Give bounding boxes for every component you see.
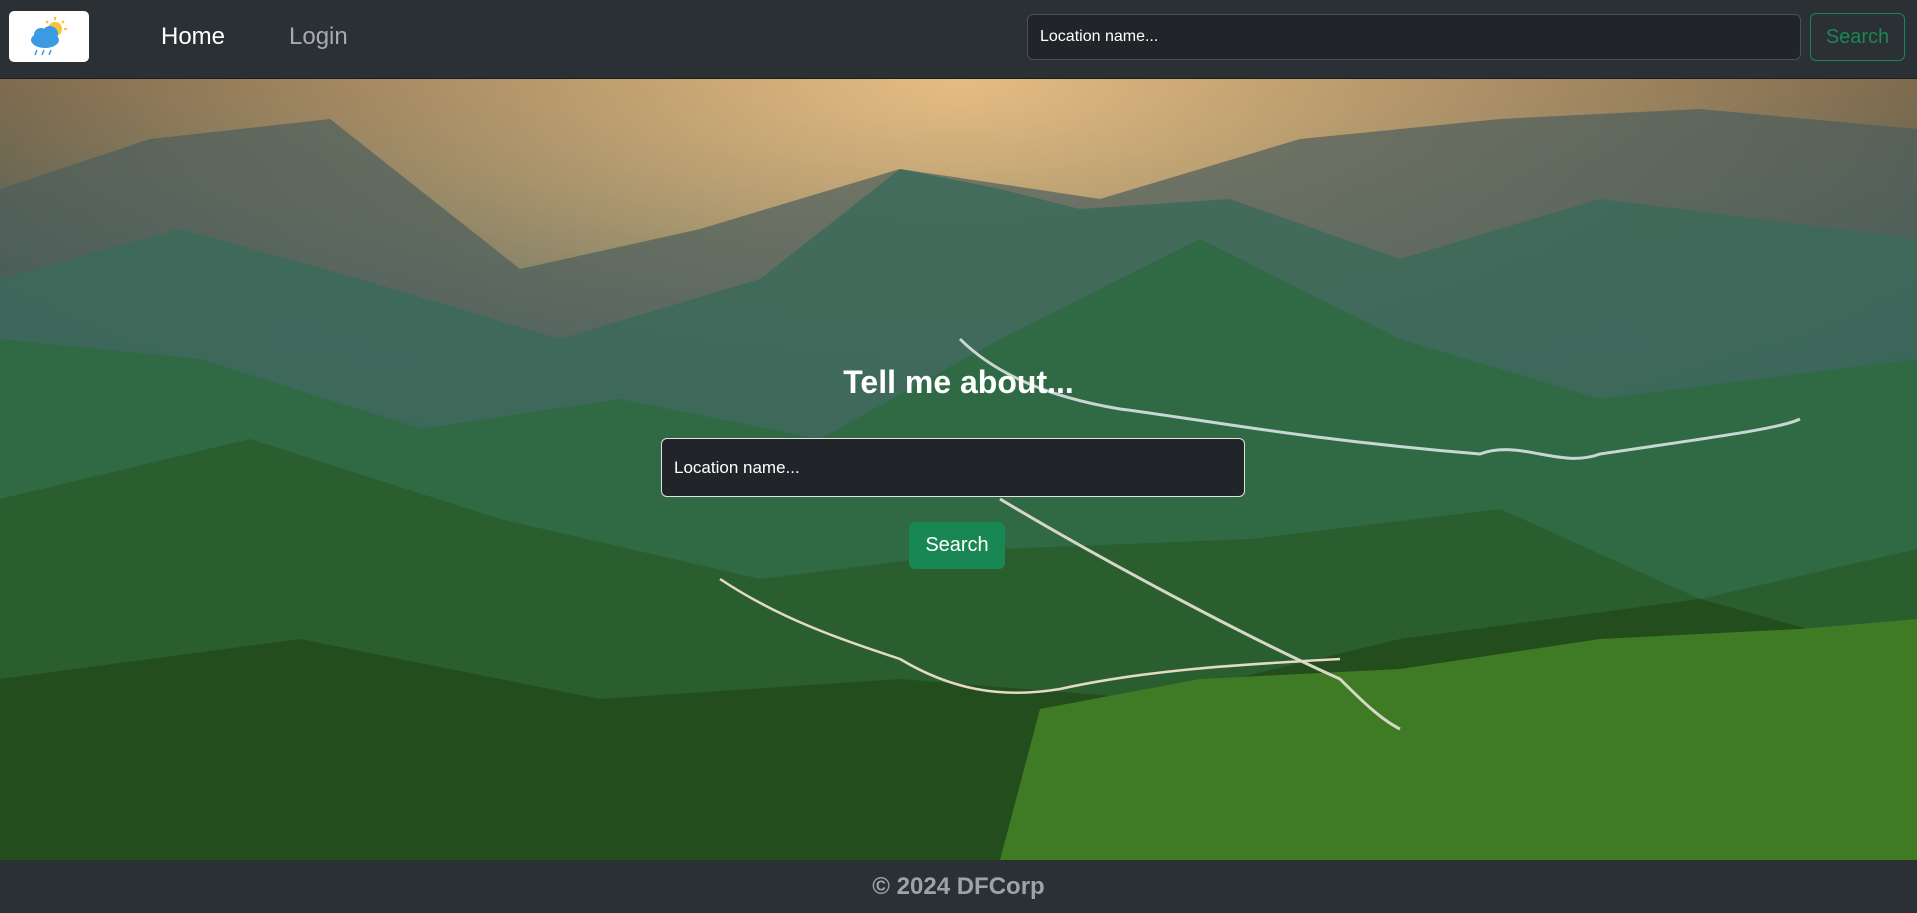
navbar-location-search-input[interactable] (1027, 14, 1801, 60)
brand-logo[interactable] (9, 11, 89, 62)
footer-copyright: © 2024 DFCorp (872, 872, 1045, 900)
nav-link-login[interactable]: Login (289, 20, 348, 54)
hero-section: Tell me about... Search (0, 79, 1917, 860)
weather-cloud-sun-rain-icon (31, 16, 67, 55)
hero-search-button[interactable]: Search (909, 522, 1005, 569)
hero-title: Tell me about... (843, 364, 1074, 400)
navbar-search-button[interactable]: Search (1810, 13, 1905, 61)
nav-link-home[interactable]: Home (161, 20, 225, 54)
top-navbar: Home Login Search (0, 0, 1917, 79)
page-footer: © 2024 DFCorp (0, 860, 1917, 913)
hero-location-search-input[interactable] (661, 438, 1245, 497)
